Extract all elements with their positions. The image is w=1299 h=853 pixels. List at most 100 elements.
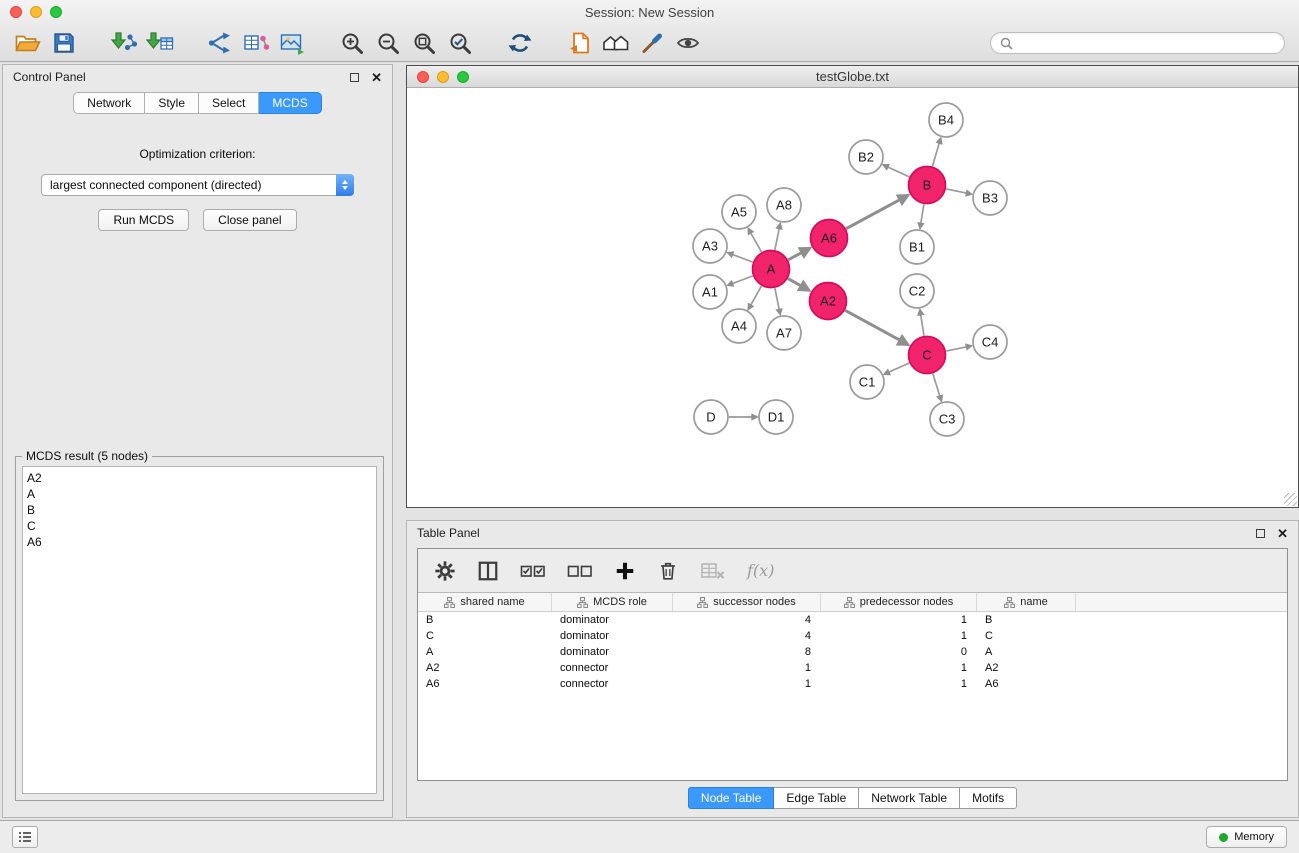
edge-B-B3[interactable] xyxy=(946,189,972,194)
delete-row-icon[interactable] xyxy=(657,560,679,582)
zoom-out-icon[interactable] xyxy=(370,28,406,58)
column-header-name[interactable]: name xyxy=(977,593,1076,611)
search-box[interactable] xyxy=(990,32,1285,54)
table-row[interactable]: Cdominator41C xyxy=(418,628,1287,644)
tab-edge-table[interactable]: Edge Table xyxy=(774,787,859,809)
save-session-icon[interactable] xyxy=(46,28,82,58)
zoom-window-button[interactable] xyxy=(50,6,62,18)
network-window-titlebar[interactable]: testGlobe.txt xyxy=(407,66,1298,88)
import-table-icon[interactable] xyxy=(142,28,178,58)
node-A5[interactable]: A5 xyxy=(722,195,756,229)
run-mcds-button[interactable]: Run MCDS xyxy=(98,209,189,231)
task-history-button[interactable] xyxy=(12,826,38,848)
edge-B-B4[interactable] xyxy=(932,138,940,166)
minimize-window-button[interactable] xyxy=(30,6,42,18)
table-row[interactable]: Bdominator41B xyxy=(418,612,1287,628)
add-row-icon[interactable] xyxy=(614,560,636,582)
edge-A-A4[interactable] xyxy=(748,286,761,310)
edge-A-A3[interactable] xyxy=(727,253,752,263)
zoom-selected-icon[interactable] xyxy=(442,28,478,58)
open-session-icon[interactable] xyxy=(10,28,46,58)
network-canvas[interactable]: B4B2BB3B1A5A8A6A3AA1C2A2A4A7C4CC1C3DD1 xyxy=(407,88,1298,507)
criterion-dropdown[interactable]: largest connected component (directed) xyxy=(41,174,354,196)
node-A7[interactable]: A7 xyxy=(767,316,801,350)
tab-network[interactable]: Network xyxy=(73,92,145,114)
node-B[interactable]: B xyxy=(909,167,946,204)
node-D[interactable]: D xyxy=(694,400,728,434)
node-C2[interactable]: C2 xyxy=(900,274,934,308)
settings-gear-icon[interactable] xyxy=(434,560,456,582)
node-A3[interactable]: A3 xyxy=(693,229,727,263)
node-B3[interactable]: B3 xyxy=(973,181,1007,215)
table-row[interactable]: A2connector11A2 xyxy=(418,660,1287,676)
mcds-result-list[interactable]: A2ABCA6 xyxy=(22,466,377,794)
result-item[interactable]: B xyxy=(27,502,376,518)
edge-C-C4[interactable] xyxy=(946,346,972,351)
column-header-MCDS-role[interactable]: MCDS role xyxy=(552,593,673,611)
column-visibility-icon[interactable] xyxy=(477,560,499,582)
import-network-icon[interactable] xyxy=(106,28,142,58)
zoom-in-icon[interactable] xyxy=(334,28,370,58)
tab-node-table[interactable]: Node Table xyxy=(688,787,775,809)
node-A[interactable]: A xyxy=(753,251,790,288)
show-graphics-details-icon[interactable] xyxy=(670,28,706,58)
table-float-panel-icon[interactable] xyxy=(1256,529,1265,538)
edge-C-C1[interactable] xyxy=(884,363,909,374)
result-item[interactable]: A2 xyxy=(27,470,376,486)
table-close-panel-icon[interactable]: ✕ xyxy=(1277,527,1288,540)
recent-document-icon[interactable] xyxy=(562,28,598,58)
result-item[interactable]: C xyxy=(27,518,376,534)
network-table-icon[interactable] xyxy=(238,28,274,58)
edge-B-B1[interactable] xyxy=(920,204,924,228)
node-A2[interactable]: A2 xyxy=(810,283,847,320)
node-B4[interactable]: B4 xyxy=(929,103,963,137)
edge-A2-C[interactable] xyxy=(845,310,908,344)
edge-A-A1[interactable] xyxy=(727,276,752,286)
network-zoom-button[interactable] xyxy=(457,71,469,83)
node-C1[interactable]: C1 xyxy=(850,365,884,399)
network-close-button[interactable] xyxy=(417,71,429,83)
tab-style[interactable]: Style xyxy=(145,92,199,114)
column-header-shared-name[interactable]: shared name xyxy=(418,593,552,611)
node-B2[interactable]: B2 xyxy=(849,140,883,174)
node-C4[interactable]: C4 xyxy=(973,325,1007,359)
column-header-predecessor-nodes[interactable]: predecessor nodes xyxy=(821,593,977,611)
node-B1[interactable]: B1 xyxy=(900,230,934,264)
close-panel-icon[interactable]: ✕ xyxy=(371,71,382,84)
network-share-icon[interactable] xyxy=(202,28,238,58)
export-image-icon[interactable] xyxy=(274,28,310,58)
edge-A-A8[interactable] xyxy=(775,223,780,250)
column-header-successor-nodes[interactable]: successor nodes xyxy=(673,593,821,611)
result-item[interactable]: A xyxy=(27,486,376,502)
edge-A-A5[interactable] xyxy=(748,228,761,252)
node-D1[interactable]: D1 xyxy=(759,400,793,434)
select-all-icon[interactable] xyxy=(520,560,546,582)
tab-select[interactable]: Select xyxy=(199,92,259,114)
close-panel-button[interactable]: Close panel xyxy=(203,209,296,231)
edge-C-C2[interactable] xyxy=(920,309,924,335)
deselect-all-icon[interactable] xyxy=(567,560,593,582)
node-A4[interactable]: A4 xyxy=(722,309,756,343)
resize-grip[interactable] xyxy=(1284,493,1297,506)
edge-A-A2[interactable] xyxy=(788,279,809,291)
edge-B-B2[interactable] xyxy=(883,165,909,177)
home-overview-icon[interactable] xyxy=(598,28,634,58)
tab-network-table[interactable]: Network Table xyxy=(859,787,960,809)
float-panel-icon[interactable] xyxy=(350,73,359,82)
zoom-fit-icon[interactable] xyxy=(406,28,442,58)
edge-C-C3[interactable] xyxy=(933,374,942,402)
memory-button[interactable]: Memory xyxy=(1206,826,1287,848)
tab-mcds[interactable]: MCDS xyxy=(259,92,321,114)
edge-A6-B[interactable] xyxy=(846,195,908,228)
network-minimize-button[interactable] xyxy=(437,71,449,83)
table-row[interactable]: A6connector11A6 xyxy=(418,676,1287,692)
refresh-layout-icon[interactable] xyxy=(502,28,538,58)
node-A1[interactable]: A1 xyxy=(693,275,727,309)
close-window-button[interactable] xyxy=(10,6,22,18)
search-input[interactable] xyxy=(1018,36,1275,50)
edge-A-A6[interactable] xyxy=(788,248,810,260)
node-A8[interactable]: A8 xyxy=(767,188,801,222)
node-C3[interactable]: C3 xyxy=(930,402,964,436)
node-A6[interactable]: A6 xyxy=(811,220,848,257)
table-row[interactable]: Adominator80A xyxy=(418,644,1287,660)
